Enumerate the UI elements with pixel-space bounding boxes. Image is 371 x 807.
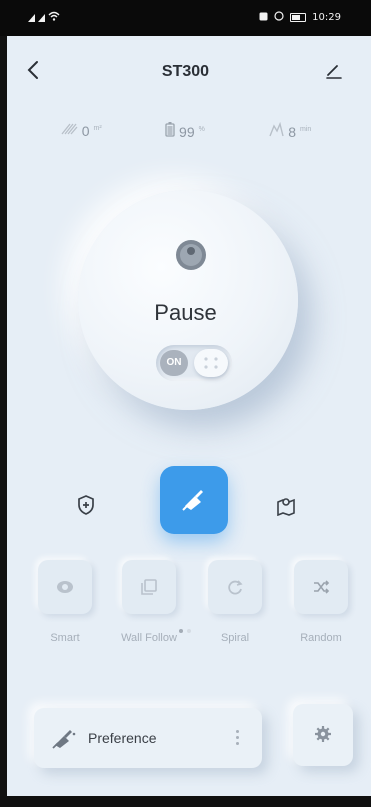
bottom-edge xyxy=(0,796,371,807)
preference-label: Preference xyxy=(88,730,157,746)
stat-time: 8 min xyxy=(268,122,311,144)
status-left xyxy=(28,11,60,24)
mode-random-label: Random xyxy=(300,632,342,644)
action-row xyxy=(0,466,371,536)
eye-icon xyxy=(57,581,73,593)
stat-area-value: 0 xyxy=(81,123,90,139)
header: ST300 xyxy=(0,36,371,98)
stat-battery-unit: % xyxy=(198,126,205,133)
mode-smart-tile xyxy=(38,560,92,614)
mode-wall-follow[interactable]: Wall Follow xyxy=(118,560,180,644)
alarm-icon xyxy=(274,11,284,24)
status-right: 10:29 xyxy=(259,11,341,24)
robot-icon xyxy=(174,238,208,272)
nfc-icon xyxy=(259,12,268,24)
shield-icon xyxy=(78,495,94,515)
mode-pagination xyxy=(179,629,191,633)
device-title: ST300 xyxy=(161,63,210,80)
stats-bar: 0 m² 99 % 8 min xyxy=(0,122,371,144)
mode-wall-follow-label: Wall Follow xyxy=(121,632,177,644)
clean-icon xyxy=(52,728,78,755)
shield-button[interactable] xyxy=(75,494,97,516)
preference-card[interactable]: Preference xyxy=(34,708,262,768)
stat-area-unit: m² xyxy=(93,125,102,132)
wifi-icon xyxy=(48,11,60,24)
wall-follow-icon xyxy=(141,579,157,595)
toggle-knob xyxy=(194,349,228,377)
toggle-on-label: ON xyxy=(160,350,188,376)
cleaning-modes: Smart Wall Follow Spiral Random xyxy=(34,560,354,650)
start-clean-button[interactable] xyxy=(160,466,228,534)
sim-signal-icon xyxy=(38,13,45,22)
mode-smart-label: Smart xyxy=(50,632,80,644)
stat-battery: 99 % xyxy=(165,122,205,144)
mode-wall-follow-tile xyxy=(122,560,176,614)
clean-icon xyxy=(182,490,203,511)
mode-spiral[interactable]: Spiral xyxy=(204,560,266,644)
page-dot-1[interactable] xyxy=(179,629,183,633)
mode-spiral-tile xyxy=(208,560,262,614)
clock: 10:29 xyxy=(312,12,341,23)
sim-signal-icon xyxy=(28,13,35,22)
app-screen: 10:29 ST300 0 m² 99 % 8 min Pause ON Sma… xyxy=(0,0,371,807)
battery-icon xyxy=(165,122,175,137)
pencil-icon xyxy=(326,65,342,79)
mode-random-tile xyxy=(294,560,348,614)
time-icon xyxy=(269,122,284,137)
area-icon xyxy=(61,123,78,135)
page-dot-2[interactable] xyxy=(187,629,191,633)
random-icon xyxy=(314,580,330,594)
left-edge xyxy=(0,36,7,807)
status-bar: 10:29 xyxy=(0,0,371,36)
battery-icon xyxy=(290,13,307,22)
settings-button[interactable] xyxy=(293,704,353,766)
mode-spiral-label: Spiral xyxy=(220,632,250,644)
map-button[interactable] xyxy=(275,494,297,517)
more-options-button[interactable] xyxy=(234,730,240,746)
mode-smart[interactable]: Smart xyxy=(34,560,96,644)
gear-icon xyxy=(315,726,331,742)
stat-area: 0 m² xyxy=(60,122,102,144)
mode-random[interactable]: Random xyxy=(290,560,352,644)
stat-time-unit: min xyxy=(300,126,312,133)
power-toggle[interactable]: ON xyxy=(156,345,232,381)
cleaning-state: Pause xyxy=(154,300,217,325)
edit-button[interactable] xyxy=(325,62,343,80)
spiral-icon xyxy=(228,580,243,595)
stat-time-value: 8 xyxy=(288,124,297,140)
map-icon xyxy=(277,498,295,517)
stat-battery-value: 99 xyxy=(179,124,195,140)
